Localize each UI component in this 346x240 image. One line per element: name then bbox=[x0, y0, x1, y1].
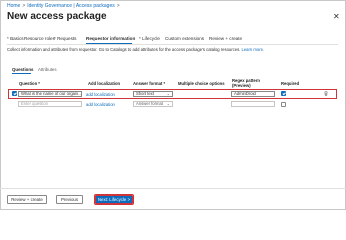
previous-button[interactable]: Previous bbox=[56, 195, 83, 204]
close-icon[interactable]: ✕ bbox=[333, 12, 340, 21]
breadcrumb-section[interactable]: Identity Governance | Access packages bbox=[27, 3, 114, 9]
subtab-active-indicator bbox=[12, 73, 31, 74]
tab-requestor-information[interactable]: Requestor information bbox=[86, 36, 135, 41]
answer-format-placeholder: Answer format bbox=[136, 101, 163, 106]
col-header-localization: Add localization bbox=[88, 81, 121, 86]
regex-pattern-input[interactable]: AdminDroid bbox=[231, 91, 275, 97]
tab-resource-roles[interactable]: Resource roles bbox=[24, 36, 55, 41]
col-header-regex: Regex pattern (Preview) bbox=[232, 78, 260, 88]
required-checkbox[interactable] bbox=[281, 91, 286, 96]
next-lifecycle-button[interactable]: Next: Lifecycle > bbox=[94, 194, 134, 205]
chevron-down-icon: ⌄ bbox=[166, 101, 170, 106]
col-header-regex-line2: (Preview) bbox=[232, 83, 251, 88]
answer-format-value: Short text bbox=[136, 91, 154, 96]
col-header-question: Question * bbox=[19, 81, 40, 86]
row-select-checkbox[interactable] bbox=[12, 91, 17, 96]
tab-basics[interactable]: * Basics bbox=[7, 36, 24, 41]
col-header-required: Required bbox=[281, 81, 300, 86]
tabs-divider bbox=[7, 44, 338, 45]
question-placeholder: Enter question bbox=[21, 101, 49, 106]
col-header-answer-format: Answer format * bbox=[133, 81, 166, 86]
footer-divider bbox=[0, 188, 346, 189]
question-input-new[interactable]: Enter question bbox=[18, 101, 82, 107]
page-title: New access package bbox=[7, 11, 107, 22]
add-localization-link[interactable]: add localization bbox=[86, 92, 115, 97]
answer-format-select-new[interactable]: Answer format ⌄ bbox=[133, 101, 173, 107]
delete-icon[interactable] bbox=[324, 91, 328, 96]
breadcrumb: Home > Identity Governance | Access packag… bbox=[7, 3, 122, 9]
question-input[interactable]: What is the name of our organi… bbox=[18, 91, 82, 97]
breadcrumb-separator-2: > bbox=[116, 3, 120, 9]
answer-format-select[interactable]: Short text ⌄ bbox=[133, 91, 173, 97]
subtab-questions[interactable]: Questions bbox=[12, 67, 33, 72]
subtab-attributes[interactable]: Attributes bbox=[38, 67, 57, 72]
review-create-button[interactable]: Review + create bbox=[7, 195, 47, 204]
tab-lifecycle[interactable]: * Lifecycle bbox=[139, 36, 160, 41]
tab-custom-extensions[interactable]: Custom extensions bbox=[165, 36, 204, 41]
col-header-multiple-choice: Multiple choice options bbox=[178, 81, 225, 86]
tab-requests[interactable]: * Requests bbox=[54, 36, 76, 41]
learn-more-link[interactable]: Learn more. bbox=[242, 47, 265, 52]
page-description: Collect information and attributes from … bbox=[7, 47, 272, 52]
breadcrumb-home[interactable]: Home bbox=[7, 3, 20, 9]
chevron-down-icon: ⌄ bbox=[166, 91, 170, 96]
add-localization-link-new[interactable]: add localization bbox=[86, 102, 115, 107]
description-text: Collect information and attributes from … bbox=[7, 47, 241, 52]
regex-pattern-input-new[interactable] bbox=[231, 101, 275, 107]
tab-review-create[interactable]: Review + create bbox=[209, 36, 242, 41]
breadcrumb-separator: > bbox=[22, 3, 26, 9]
required-checkbox-new[interactable] bbox=[281, 102, 286, 107]
